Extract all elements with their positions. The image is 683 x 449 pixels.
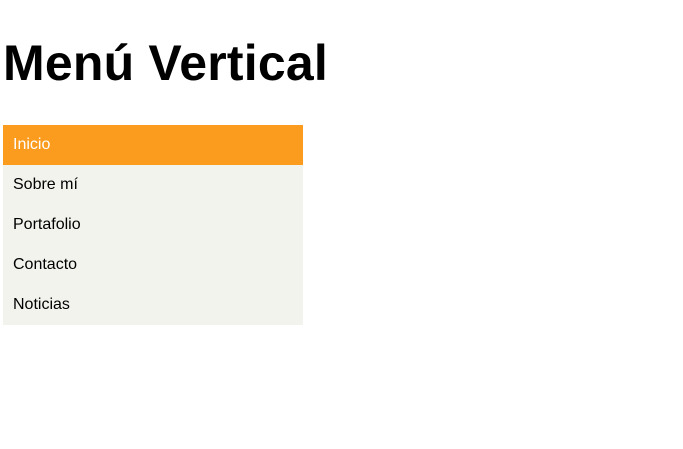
menu-item-inicio[interactable]: Inicio bbox=[3, 125, 303, 165]
page: Menú Vertical Inicio Sobre mí Portafolio… bbox=[0, 0, 683, 449]
menu-item-noticias[interactable]: Noticias bbox=[3, 285, 303, 325]
menu-item-portafolio[interactable]: Portafolio bbox=[3, 205, 303, 245]
menu-item-contacto[interactable]: Contacto bbox=[3, 245, 303, 285]
vertical-menu: Inicio Sobre mí Portafolio Contacto Noti… bbox=[3, 125, 303, 325]
menu-item-sobre-mi[interactable]: Sobre mí bbox=[3, 165, 303, 205]
page-title: Menú Vertical bbox=[3, 35, 328, 91]
